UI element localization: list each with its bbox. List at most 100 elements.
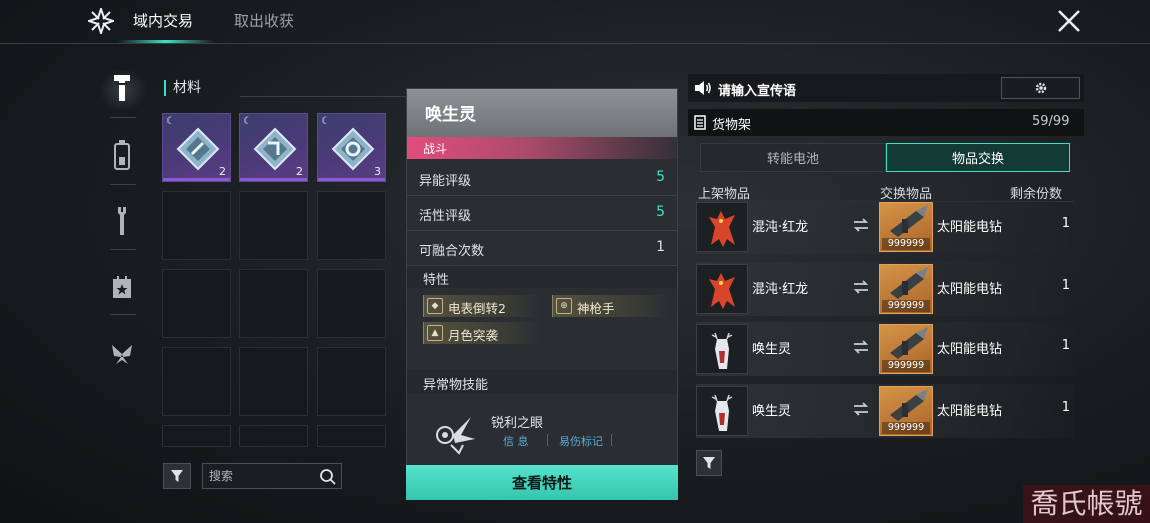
empty-slot[interactable]: [162, 425, 231, 447]
trade-row[interactable]: 唤生灵 999999 太阳能电钻 1: [696, 322, 1074, 376]
trait-label: 月色突袭: [448, 328, 499, 343]
empty-slot[interactable]: [162, 191, 231, 260]
calendar-star-icon: [113, 276, 131, 298]
shop-filter-button[interactable]: [696, 450, 722, 476]
filter-icon: [171, 470, 183, 482]
trait-chip[interactable]: ▲ 月色突袭: [423, 322, 541, 344]
exchange-item-qty: 999999: [882, 238, 930, 250]
remaining-count: 1: [1061, 278, 1070, 293]
settings-button[interactable]: [1001, 77, 1080, 99]
rail-item-tools[interactable]: [104, 199, 140, 243]
link-divider: [611, 434, 612, 446]
item-name: 唤生灵: [425, 105, 476, 125]
materials-filter-button[interactable]: [163, 463, 191, 489]
diamond-icon: ◆: [427, 298, 443, 314]
section-divider: [240, 96, 408, 97]
exchange-item-name: 太阳能电钻: [937, 220, 1003, 235]
trait-label: 神枪手: [577, 301, 615, 316]
red-dragon-icon: [696, 202, 748, 252]
stat-row: 活性评级 5: [407, 196, 677, 231]
trade-row[interactable]: 混沌·红龙 999999 太阳能电钻 1: [696, 262, 1074, 316]
stat-value: 5: [656, 169, 665, 185]
hammer-icon: [114, 75, 130, 101]
empty-slot[interactable]: [239, 269, 308, 338]
close-icon: [1058, 10, 1080, 32]
empty-slot[interactable]: [317, 425, 386, 447]
planet-icon: ☾: [166, 116, 175, 127]
planet-icon: ☾: [321, 116, 330, 127]
empty-slot[interactable]: [239, 191, 308, 260]
rail-item-calendar[interactable]: [104, 265, 140, 309]
tag-label: 战斗: [423, 142, 448, 156]
trait-chip[interactable]: ◆ 电表倒转2: [423, 295, 541, 317]
sharp-eye-skill-icon: [431, 409, 477, 455]
empty-slot[interactable]: [317, 347, 386, 416]
skills-header: 异常物技能: [407, 370, 677, 394]
listed-item-name: 混沌·红龙: [752, 220, 809, 235]
skill-vulnerable-mark-link[interactable]: 易伤标记: [559, 433, 603, 449]
material-qty: 2: [296, 165, 303, 178]
exchange-item-name: 太阳能电钻: [937, 404, 1003, 419]
material-slot[interactable]: ☾ 2: [162, 113, 231, 182]
traits-title: 特性: [423, 273, 450, 288]
listed-item-name: 唤生灵: [752, 342, 792, 357]
stat-label: 活性评级: [419, 209, 472, 224]
butterfly-icon: [112, 345, 132, 364]
empty-slot[interactable]: [162, 269, 231, 338]
swap-icon: [853, 280, 869, 294]
material-slot[interactable]: ☾ 3: [317, 113, 386, 182]
empty-slot[interactable]: [239, 347, 308, 416]
active-tab-indicator: [118, 40, 214, 43]
empty-slot[interactable]: [239, 425, 308, 447]
remaining-count: 1: [1061, 216, 1070, 231]
rail-item-battery[interactable]: [104, 133, 140, 177]
trait-label: 电表倒转2: [448, 301, 506, 316]
stat-row: 异能评级 5: [407, 161, 677, 196]
stat-value: 1: [656, 239, 665, 255]
material-slot[interactable]: ☾ 2: [239, 113, 308, 182]
exchange-item-qty: 999999: [882, 360, 930, 372]
stat-row: 可融合次数 1: [407, 231, 677, 266]
view-traits-button[interactable]: 查看特性: [406, 465, 678, 500]
trait-chip[interactable]: ⊕ 神枪手: [552, 295, 670, 317]
rail-divider: [110, 314, 136, 315]
watermark-stamp: 喬氏帳號: [1023, 485, 1150, 523]
battery-icon: [114, 140, 130, 170]
rail-item-butterfly[interactable]: [104, 332, 140, 376]
close-button[interactable]: [1054, 6, 1084, 36]
tab-domain-trade[interactable]: 域内交易: [133, 10, 193, 31]
search-input[interactable]: [209, 467, 317, 485]
filter-icon: [703, 457, 715, 469]
shuriken-logo-icon: [85, 5, 117, 37]
rail-item-materials[interactable]: [104, 66, 140, 110]
crosshair-icon: ⊕: [556, 298, 572, 314]
item-detail-card: 唤生灵 战斗 异能评级 5 活性评级 5 可融合次数 1 特性 ◆ 电表倒转2 …: [406, 88, 678, 500]
exchange-item-name: 太阳能电钻: [937, 282, 1003, 297]
clipboard-icon: [694, 115, 706, 130]
traits-header: 特性: [407, 266, 677, 288]
empty-slot[interactable]: [162, 347, 231, 416]
swap-icon: [853, 218, 869, 232]
empty-slot[interactable]: [317, 269, 386, 338]
swap-icon: [853, 340, 869, 354]
materials-title: 材料: [164, 80, 201, 96]
listed-item-name: 混沌·红龙: [752, 282, 809, 297]
materials-search[interactable]: [202, 463, 342, 489]
tab-item-exchange[interactable]: 物品交换: [886, 143, 1070, 172]
exchange-item-qty: 999999: [882, 300, 930, 312]
tab-collect-harvest[interactable]: 取出收获: [234, 10, 294, 31]
wrench-icon: [118, 207, 126, 235]
red-dragon-icon: [696, 264, 748, 314]
trade-row[interactable]: 唤生灵 999999 太阳能电钻 1: [696, 384, 1074, 438]
remaining-count: 1: [1061, 400, 1070, 415]
promo-text[interactable]: 请输入宣传语: [718, 80, 796, 99]
empty-slot[interactable]: [317, 191, 386, 260]
trade-row[interactable]: 混沌·红龙 999999 太阳能电钻 1: [696, 200, 1074, 254]
remaining-count: 1: [1061, 338, 1070, 353]
skill-info-link[interactable]: 信 息: [503, 433, 529, 449]
speaker-icon: [695, 81, 711, 95]
moon-strike-icon: ▲: [427, 325, 443, 341]
tab-battery-conversion[interactable]: 转能电池: [700, 143, 886, 172]
crystal-chip-icon: [253, 127, 297, 171]
exchange-item-qty: 999999: [882, 422, 930, 434]
